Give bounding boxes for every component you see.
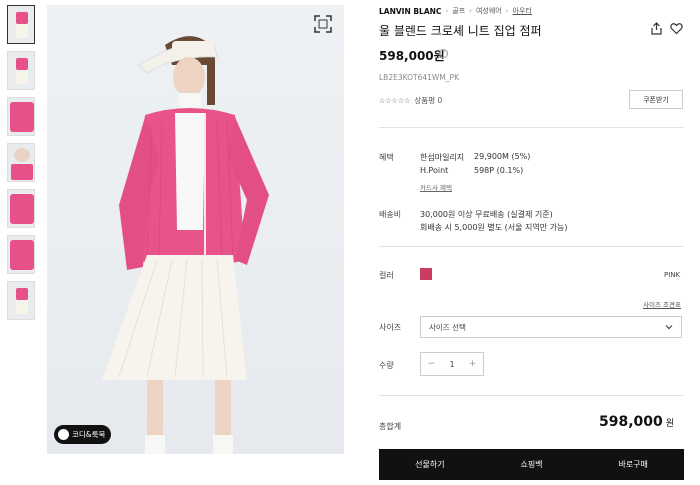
zoom-icon[interactable] (314, 15, 332, 33)
size-select-value: 사이즈 선택 (429, 322, 466, 332)
product-code: LB2E3KOT641WM_PK (379, 73, 459, 82)
total-price: 598,000 원 (599, 414, 674, 430)
size-label: 사이즈 (379, 323, 402, 332)
action-bar: 선물하기 쇼핑백 바로구매 (379, 449, 684, 480)
star-rating-icon: ☆☆☆☆☆ (379, 96, 411, 105)
benefit-label: 혜택 (379, 153, 394, 162)
breadcrumb-brand[interactable]: LANVIN BLANC (379, 7, 441, 16)
benefit-hpoint-value: 598P (0.1%) (474, 166, 524, 175)
model-illustration (102, 36, 269, 454)
color-label: 컬러 (379, 271, 394, 280)
review-count: 상품평 0 (414, 96, 443, 105)
quantity-decrease-button[interactable]: − (421, 353, 442, 375)
breadcrumb-separator: › (469, 7, 472, 15)
thumbnail-7[interactable] (7, 281, 35, 320)
breadcrumb-separator: › (445, 7, 449, 15)
thumbnail-1[interactable] (7, 5, 35, 44)
benefit-hpoint-name: H.Point (420, 166, 449, 175)
total-price-unit: 원 (665, 419, 675, 429)
heart-icon[interactable] (670, 22, 683, 35)
breadcrumb: LANVIN BLANC › 골프 › 여성웨어 › 아우터 (379, 6, 532, 16)
rating-row[interactable]: ☆☆☆☆☆ 상품평 0 (379, 95, 442, 106)
total-label: 총합계 (379, 422, 402, 431)
total-price-value: 598,000 (599, 414, 663, 430)
size-select[interactable]: 사이즈 선택 (420, 316, 682, 338)
shopping-bag-button[interactable]: 쇼핑백 (481, 449, 583, 480)
quantity-stepper: − 1 + (420, 352, 484, 376)
breadcrumb-separator: › (505, 7, 509, 15)
thumbnail-5[interactable] (7, 189, 35, 228)
size-guide-link[interactable]: 사이즈 조견표 (643, 299, 681, 309)
thumbnail-4[interactable] (7, 143, 35, 182)
coupon-button[interactable]: 쿠폰받기 (629, 90, 683, 109)
product-main-image[interactable]: 코디&룩북 (47, 5, 344, 454)
shipping-label: 배송비 (379, 210, 402, 219)
hanger-icon (58, 429, 69, 440)
divider (379, 127, 684, 128)
shipping-line-1: 30,000원 이상 무료배송 (실결제 기준) (420, 210, 553, 219)
product-price: 598,000원 (379, 49, 445, 63)
divider (379, 395, 684, 396)
coordi-lookbook-label: 코디&룩북 (72, 430, 106, 439)
shipping-line-2: 회배송 시 5,000원 별도 (서울 지역만 가능) (420, 223, 568, 232)
thumbnail-list (7, 5, 37, 327)
breadcrumb-item-golf[interactable]: 골프 (452, 6, 465, 16)
quantity-label: 수량 (379, 361, 394, 370)
quantity-value[interactable]: 1 (442, 353, 463, 375)
product-title: 울 블렌드 크로셰 니트 집업 점퍼 (379, 24, 542, 38)
gift-button[interactable]: 선물하기 (379, 449, 481, 480)
benefit-mileage-name: 한섬마일리지 (420, 153, 465, 162)
breadcrumb-item-outer[interactable]: 아우터 (513, 6, 532, 16)
thumbnail-2[interactable] (7, 51, 35, 90)
quantity-increase-button[interactable]: + (462, 353, 483, 375)
card-benefit-link[interactable]: 카드사 혜택 (420, 182, 452, 192)
share-icon[interactable] (650, 22, 663, 35)
divider (379, 246, 684, 247)
benefit-mileage-value: 29,900M (5%) (474, 152, 531, 161)
breadcrumb-item-womens[interactable]: 여성웨어 (476, 6, 502, 16)
coordi-lookbook-button[interactable]: 코디&룩북 (54, 425, 112, 444)
buy-now-button[interactable]: 바로구매 (582, 449, 684, 480)
info-icon[interactable]: ? (439, 49, 448, 58)
color-name: PINK (664, 271, 681, 279)
thumbnail-3[interactable] (7, 97, 35, 136)
chevron-down-icon (665, 325, 673, 330)
color-swatch-pink[interactable] (420, 268, 432, 280)
thumbnail-6[interactable] (7, 235, 35, 274)
